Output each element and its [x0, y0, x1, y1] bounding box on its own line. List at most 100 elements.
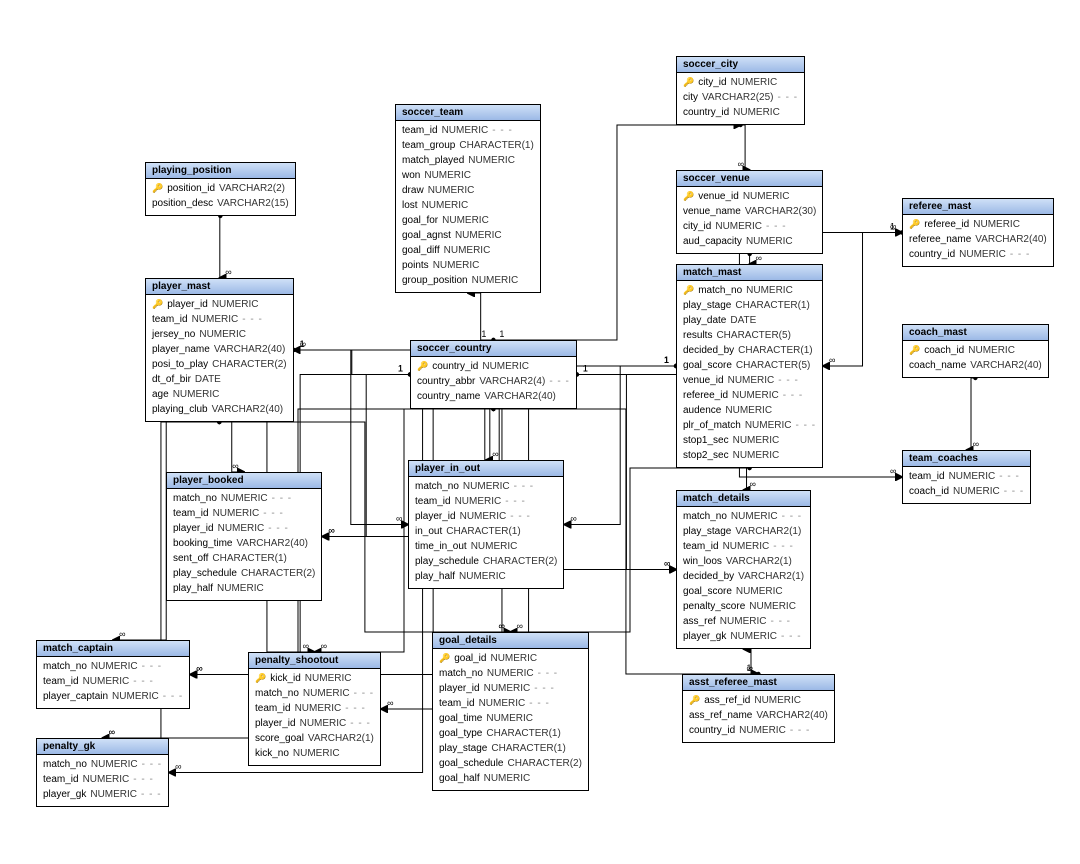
column-type: NUMERIC — [455, 495, 502, 508]
column-name: penalty_score — [683, 600, 745, 613]
table-goal_details[interactable]: goal_details🔑goal_idNUMERICmatch_noNUMER… — [432, 632, 589, 791]
cardinality-many: ∞ — [396, 514, 402, 524]
table-player_in_out[interactable]: player_in_outmatch_noNUMERIC- - -team_id… — [408, 460, 564, 589]
cardinality-many: ∞ — [664, 559, 670, 569]
column-name: goal_id — [454, 652, 486, 665]
table-penalty_shootout[interactable]: penalty_shootout🔑kick_idNUMERICmatch_noN… — [248, 652, 381, 766]
column: play_stageVARCHAR2(1) — [681, 524, 806, 539]
fk-indicator: - - - — [790, 724, 811, 737]
column-type: NUMERIC — [199, 328, 246, 341]
column-type: NUMERIC — [173, 388, 220, 401]
table-player_mast[interactable]: player_mast🔑player_idNUMERICteam_idNUMER… — [145, 278, 294, 422]
table-playing_position[interactable]: playing_position🔑position_idVARCHAR2(2)p… — [145, 162, 296, 216]
column-name: country_id — [432, 360, 478, 373]
cardinality-many: ∞ — [328, 526, 334, 536]
column-type: VARCHAR2(40) — [212, 403, 284, 416]
table-penalty_gk[interactable]: penalty_gkmatch_noNUMERIC- - -team_idNUM… — [36, 738, 169, 807]
fk-indicator: - - - — [268, 522, 289, 535]
column: booking_timeVARCHAR2(40) — [171, 536, 317, 551]
column: 🔑kick_idNUMERIC — [253, 671, 376, 686]
cardinality-many: ∞ — [225, 267, 231, 277]
table-match_captain[interactable]: match_captainmatch_noNUMERIC- - -team_id… — [36, 640, 190, 709]
column: 🔑position_idVARCHAR2(2) — [150, 181, 291, 196]
pk-icon: 🔑 — [909, 344, 920, 357]
column-name: group_position — [402, 274, 468, 287]
fk-indicator: - - - — [1004, 485, 1025, 498]
column: cityVARCHAR2(25)- - - — [681, 90, 800, 105]
column-type: CHARACTER(1) — [486, 727, 560, 740]
cardinality-one: 1 — [398, 364, 403, 374]
column-type: NUMERIC — [730, 630, 777, 643]
table-soccer_city[interactable]: soccer_city🔑city_idNUMERICcityVARCHAR2(2… — [676, 56, 805, 125]
column-type: NUMERIC — [112, 690, 159, 703]
relation-soccer_country-player_in_out — [486, 409, 493, 460]
column: score_goalVARCHAR2(1) — [253, 731, 376, 746]
column: country_idNUMERIC — [681, 105, 800, 120]
column-type: NUMERIC — [949, 470, 996, 483]
column-type: NUMERIC — [212, 298, 259, 311]
column-name: player_id — [415, 510, 456, 523]
column: country_nameVARCHAR2(40) — [415, 389, 572, 404]
fk-indicator: - - - — [272, 492, 293, 505]
column-type: NUMERIC — [192, 313, 239, 326]
column-name: venue_id — [683, 374, 724, 387]
table-player_booked[interactable]: player_bookedmatch_noNUMERIC- - -team_id… — [166, 472, 322, 601]
column: match_noNUMERIC- - - — [171, 491, 317, 506]
column: team_idNUMERIC- - - — [150, 312, 289, 327]
table-header: match_mast — [677, 265, 822, 281]
cardinality-many: ∞ — [119, 629, 125, 639]
table-asst_referee_mast[interactable]: asst_referee_mast🔑ass_ref_idNUMERICass_r… — [682, 674, 835, 743]
table-soccer_team[interactable]: soccer_teamteam_idNUMERIC- - -team_group… — [395, 104, 541, 293]
table-coach_mast[interactable]: coach_mast🔑coach_idNUMERICcoach_nameVARC… — [902, 324, 1049, 378]
column-type: NUMERIC — [746, 235, 793, 248]
table-team_coaches[interactable]: team_coachesteam_idNUMERIC- - -coach_idN… — [902, 450, 1031, 504]
fk-indicator: - - - — [770, 615, 791, 628]
column-name: city_id — [683, 220, 711, 233]
column-name: goal_score — [683, 585, 732, 598]
column-type: CHARACTER(1) — [491, 742, 565, 755]
table-header: soccer_venue — [677, 171, 822, 187]
table-referee_mast[interactable]: referee_mast🔑referee_idNUMERICreferee_na… — [902, 198, 1054, 267]
table-columns: team_idNUMERIC- - -coach_idNUMERIC- - - — [903, 467, 1030, 503]
column-name: goal_type — [439, 727, 482, 740]
column-type: NUMERIC — [444, 244, 491, 257]
table-header: player_in_out — [409, 461, 563, 477]
column: play_stageCHARACTER(1) — [437, 741, 584, 756]
cardinality-one: 1 — [746, 663, 751, 673]
column-name: match_no — [43, 758, 87, 771]
table-match_mast[interactable]: match_mast🔑match_noNUMERICplay_stageCHAR… — [676, 264, 823, 468]
cardinality-many: ∞ — [196, 664, 202, 674]
column: 🔑ass_ref_idNUMERIC — [687, 693, 830, 708]
table-header: penalty_gk — [37, 739, 168, 755]
column-name: ass_ref_name — [689, 709, 752, 722]
column-type: NUMERIC — [959, 248, 1006, 261]
fk-indicator: - - - — [142, 758, 163, 771]
column-name: match_no — [683, 510, 727, 523]
column-name: referee_name — [909, 233, 971, 246]
table-soccer_country[interactable]: soccer_country🔑country_idNUMERICcountry_… — [410, 340, 577, 409]
column: play_halfNUMERIC — [413, 569, 559, 584]
column-type: VARCHAR2(1) — [308, 732, 374, 745]
table-header: team_coaches — [903, 451, 1030, 467]
column-type: NUMERIC — [732, 389, 779, 402]
column-name: goal_score — [683, 359, 732, 372]
column: play_dateDATE — [681, 313, 818, 328]
cardinality-many: ∞ — [498, 621, 504, 631]
relation-soccer_country-soccer_team — [468, 293, 494, 340]
cardinality-many: ∞ — [664, 559, 670, 569]
column-name: country_id — [909, 248, 955, 261]
column-type: NUMERIC — [459, 570, 506, 583]
cardinality-many: ∞ — [232, 461, 238, 471]
column-type: NUMERIC — [91, 758, 138, 771]
column-name: player_gk — [683, 630, 726, 643]
table-match_details[interactable]: match_detailsmatch_noNUMERIC- - -play_st… — [676, 490, 811, 649]
column-name: team_id — [173, 507, 209, 520]
table-soccer_venue[interactable]: soccer_venue🔑venue_idNUMERICvenue_nameVA… — [676, 170, 823, 254]
column-type: NUMERIC — [733, 449, 780, 462]
table-columns: match_noNUMERIC- - -team_idNUMERIC- - -p… — [167, 489, 321, 600]
cardinality-many: ∞ — [570, 514, 576, 524]
column-type: NUMERIC — [482, 360, 529, 373]
column-name: goal_agnst — [402, 229, 451, 242]
table-columns: match_noNUMERIC- - -team_idNUMERIC- - -p… — [37, 657, 189, 708]
cardinality-many: ∞ — [109, 727, 115, 737]
